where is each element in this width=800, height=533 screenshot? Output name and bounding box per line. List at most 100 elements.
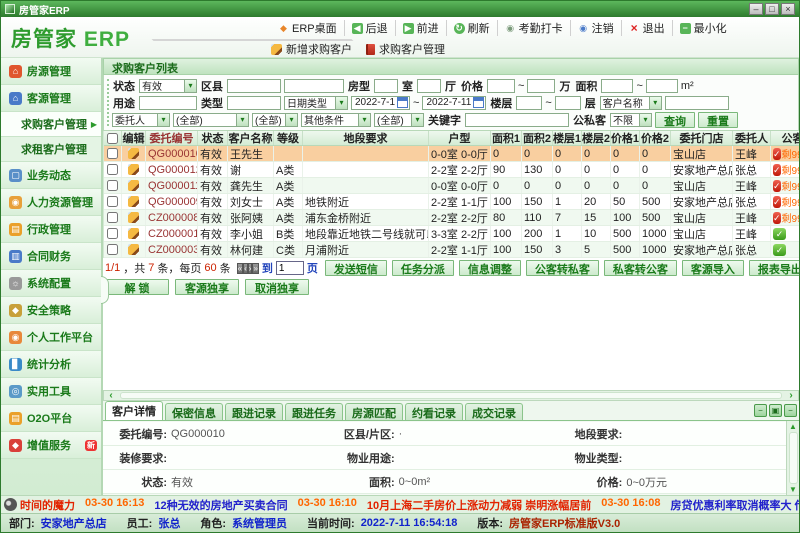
detail-tab[interactable]: 跟进任务 [285,403,343,420]
table-row[interactable]: QG000012 有效 谢 A类 2-2室 2-2厅 90 130 0 0 0 … [104,162,799,178]
sidebar-item[interactable]: 求购客户管理 ▶ [1,112,101,137]
table-row[interactable]: CZ000003 有效 林何建 C类 月浦附近 2-2室 1-1厅 100 15… [104,242,799,258]
horizontal-scrollbar[interactable]: ‹ › [103,390,799,401]
action-button[interactable]: 公客转私客 [526,260,599,276]
ticker-item[interactable]: 03-30 16:08 [601,497,660,513]
ticker-item[interactable]: 03-30 16:10 [298,497,357,513]
sidebar-item[interactable]: ⌂ 客源管理 [1,85,101,112]
toolbar-button[interactable]: −最小化 [673,20,734,36]
scroll-down-icon[interactable]: ▼ [789,485,797,494]
usage-input[interactable] [139,96,197,110]
ticker-item[interactable]: 03-30 16:13 [85,497,144,513]
rooms-input[interactable] [374,79,398,93]
detail-tab[interactable]: 跟进记录 [225,403,283,420]
search-button[interactable]: 查询 [655,112,695,128]
table-row[interactable]: QG000009 有效 刘女士 A类 地铁附近 2-2室 1-1厅 100 15… [104,194,799,210]
scrollbar-track[interactable] [120,392,782,399]
detail-tab[interactable]: 房源匹配 [345,403,403,420]
toolbar-button[interactable]: ↻刷新 [447,20,498,36]
action-button[interactable]: 任务分派 [392,260,454,276]
sidebar-item[interactable]: ▤ O2O平台 [1,405,101,432]
edit-pencil-icon[interactable] [128,180,139,191]
sidebar-item[interactable]: ◎ 实用工具 [1,378,101,405]
price-min-input[interactable] [487,79,515,93]
edit-pencil-icon[interactable] [128,212,139,223]
sidebar-item[interactable]: 求租客户管理 [1,137,101,162]
sidebar-item[interactable]: ☼ 系统配置 [1,270,101,297]
table-row[interactable]: CZ000008 有效 张阿姨 A类 浦东金桥附近 2-2室 2-2厅 80 1… [104,210,799,226]
detail-tab[interactable]: 约看记录 [405,403,463,420]
ticker-item[interactable]: 房贷优惠利率取消概率大 传言四起促 [671,497,799,513]
ticker-item[interactable]: 时间的魔力 [20,497,75,513]
edit-pencil-icon[interactable] [128,164,139,175]
sidebar-item[interactable]: ⌂ 房源管理 [1,58,101,85]
district-input[interactable] [227,79,281,93]
ticker-item[interactable]: 12种无效的房地产买卖合同 [154,497,287,513]
scrollbar-thumb[interactable] [789,432,798,484]
toolbar-button[interactable]: ×退出 [622,20,673,36]
reset-button[interactable]: 重置 [698,112,738,128]
edit-pencil-icon[interactable] [128,228,139,239]
date-from-input[interactable]: 2022-7-1 [351,96,410,110]
toolbar-button[interactable]: ◉考勤打卡 [498,20,571,36]
datetype-select[interactable]: 日期类型▾ [284,96,348,110]
floor-max-input[interactable] [555,96,581,110]
window-close-button[interactable]: × [781,3,795,15]
status-select[interactable]: 有效▾ [139,79,197,93]
pane-button[interactable]: ▣ [769,404,782,417]
edit-pencil-icon[interactable] [128,196,139,207]
table-row[interactable]: QG000010 有效 王先生 0-0室 0-0厅 0 0 0 0 0 0 [104,146,799,162]
scroll-up-icon[interactable]: ▲ [789,422,797,431]
action-button[interactable]: 发送短信 [325,260,387,276]
action-button[interactable]: 取消独享 [245,279,309,295]
row-checkbox[interactable] [107,180,118,191]
goto-page-input[interactable] [276,261,304,275]
toolbar-button[interactable]: ▶前进 [396,20,447,36]
ticker-item[interactable]: 10月上海二手房价上涨动力减弱 崇明涨幅居前 [367,497,591,513]
row-checkbox[interactable] [107,148,118,159]
halls-input[interactable] [417,79,441,93]
toolbar-button[interactable]: ◉注销 [571,20,622,36]
edit-pencil-icon[interactable] [128,244,139,255]
window-minimize-button[interactable]: – [749,3,763,15]
scroll-left-icon[interactable]: ‹ [104,391,118,400]
delegate-select[interactable]: 委托人▾ [112,113,170,127]
action-button[interactable]: 报表导出 [749,260,799,276]
calendar-icon[interactable] [397,97,408,108]
search-field-select[interactable]: 客户名称▾ [600,96,662,110]
area-zone-input[interactable] [284,79,344,93]
type-input[interactable] [227,96,281,110]
sidebar-item[interactable]: ▢ 业务动态 [1,162,101,189]
date-to-input[interactable]: 2022-7-11 [422,96,486,110]
action-button[interactable]: 私客转公客 [604,260,677,276]
area-min-input[interactable] [601,79,633,93]
sidebar-item[interactable]: ▊ 统计分析 [1,351,101,378]
sidebar-item[interactable]: ▤ 行政管理 [1,216,101,243]
row-checkbox[interactable] [107,196,118,207]
sidebar-item[interactable]: ◉ 个人工作平台 [1,324,101,351]
tab-new-buy-customer[interactable]: 新增求购客户 [271,41,352,57]
detail-tab[interactable]: 成交记录 [465,403,523,420]
table-row[interactable]: QG000011 有效 龚先生 A类 0-0室 0-0厅 0 0 0 0 0 0 [104,178,799,194]
window-maximize-button[interactable]: □ [765,3,779,15]
action-button[interactable]: 客源导入 [682,260,744,276]
detail-tab[interactable]: 客户详情 [105,401,163,420]
table-row[interactable]: CZ000001 有效 李小姐 B类 地段靠近地铁二号线就可以 3-3室 2-2… [104,226,799,242]
sidebar-item[interactable]: ◉ 人力资源管理 [1,189,101,216]
all-select-3[interactable]: (全部)▾ [374,113,424,127]
all-select-2[interactable]: (全部)▾ [252,113,298,127]
scroll-right-icon[interactable]: › [784,391,798,400]
delegate-all-select[interactable]: (全部)▾ [173,113,249,127]
other-condition-select[interactable]: 其他条件▾ [301,113,371,127]
calendar-icon[interactable] [473,97,484,108]
vertical-scrollbar[interactable]: ▲ ▼ [786,421,799,495]
pane-button[interactable]: − [754,404,767,417]
toolbar-button[interactable]: ◀后退 [345,20,396,36]
public-private-select[interactable]: 不限▾ [610,113,652,127]
price-max-input[interactable] [527,79,555,93]
sidebar-item[interactable]: ▥ 合同财务 [1,243,101,270]
keyword-input[interactable] [465,113,569,127]
sidebar-item[interactable]: ◆ 安全策略 [1,297,101,324]
action-button[interactable]: 客源独享 [175,279,239,295]
action-button[interactable]: 解 锁 [105,279,169,295]
